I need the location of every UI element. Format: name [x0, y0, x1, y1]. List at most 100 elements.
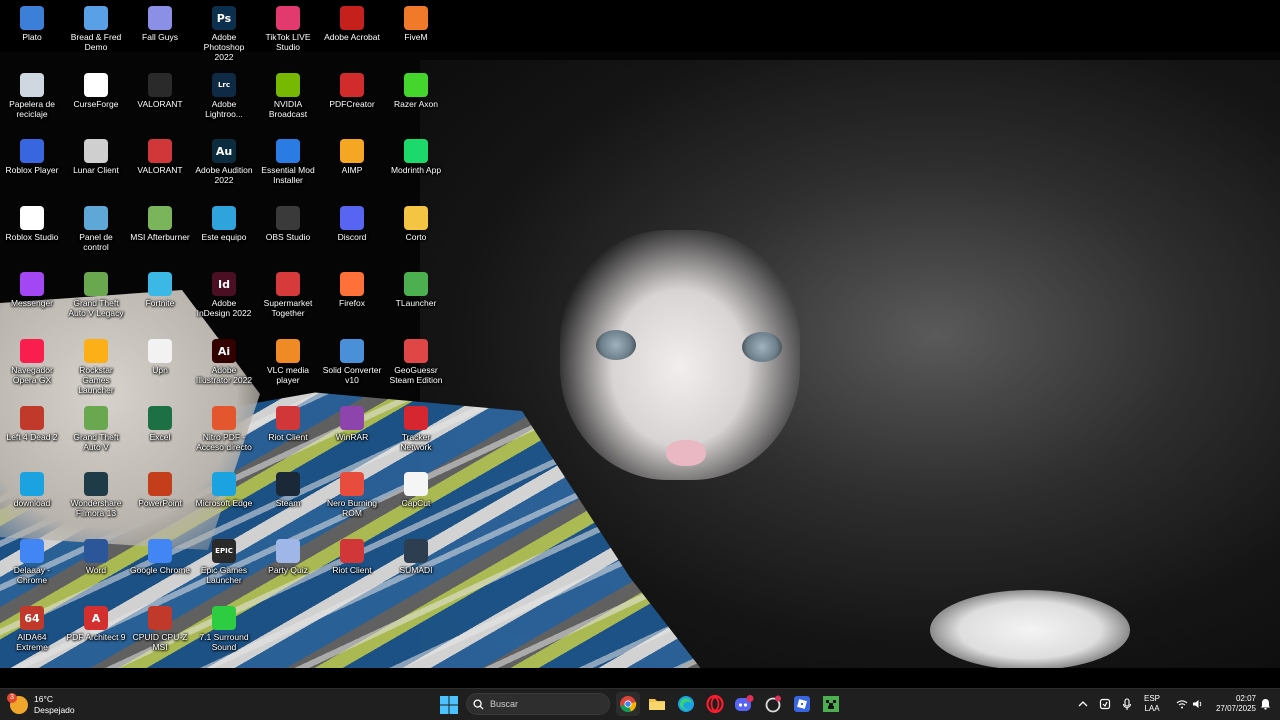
- desktop-icon-label: Roblox Studio: [5, 232, 59, 242]
- tray-clock[interactable]: 02:07 27/07/2025: [1206, 694, 1256, 714]
- desktop-icon[interactable]: PDFCreator: [320, 67, 384, 109]
- desktop-icon[interactable]: Wondershare Filmora 13: [64, 466, 128, 518]
- desktop-icon[interactable]: Ai Adobe Illustrator 2022: [192, 333, 256, 385]
- taskbar-discord-button[interactable]: [732, 692, 756, 716]
- desktop-icon[interactable]: Excel: [128, 400, 192, 442]
- desktop-icon[interactable]: Firefox: [320, 266, 384, 308]
- desktop-icon[interactable]: CurseForge: [64, 67, 128, 109]
- tray-sync-button[interactable]: [1096, 692, 1114, 716]
- tray-microphone-button[interactable]: [1118, 692, 1136, 716]
- desktop-icon[interactable]: Grand Theft Auto V: [64, 400, 128, 452]
- desktop-icon[interactable]: Fortnite: [128, 266, 192, 308]
- weather-temperature: 16°C: [34, 694, 53, 704]
- taskbar-app-button[interactable]: [761, 692, 785, 716]
- taskbar-opera-button[interactable]: [703, 692, 727, 716]
- tray-language-indicator[interactable]: ESP LAA: [1138, 694, 1166, 714]
- desktop-icon[interactable]: Supermarket Together: [256, 266, 320, 318]
- desktop-icon[interactable]: Messenger: [0, 266, 64, 308]
- desktop-icon[interactable]: Word: [64, 533, 128, 575]
- notifications-button[interactable]: [1256, 692, 1274, 716]
- desktop-icon[interactable]: Fall Guys: [128, 0, 192, 42]
- desktop-icon[interactable]: Left 4 Dead 2: [0, 400, 64, 442]
- desktop-icon[interactable]: Bread & Fred Demo: [64, 0, 128, 52]
- desktop-icon[interactable]: TLauncher: [384, 266, 448, 308]
- desktop-icon[interactable]: TikTok LIVE Studio: [256, 0, 320, 52]
- desktop-icon[interactable]: Rockstar Games Launcher: [64, 333, 128, 395]
- desktop-icon[interactable]: Panel de control: [64, 200, 128, 252]
- desktop-icon[interactable]: NVIDIA Broadcast: [256, 67, 320, 119]
- desktop-icon[interactable]: AIMP: [320, 133, 384, 175]
- desktop-icon[interactable]: Nitro PDF - Acceso directo: [192, 400, 256, 452]
- taskbar-file-explorer-button[interactable]: [645, 692, 669, 716]
- clock-date: 27/07/2025: [1215, 704, 1256, 713]
- desktop-icon[interactable]: SUMADI: [384, 533, 448, 575]
- capcut-icon: [404, 472, 428, 496]
- taskbar-roblox-button[interactable]: [790, 692, 814, 716]
- desktop-icon[interactable]: Roblox Player: [0, 133, 64, 175]
- desktop-icon-label: Delaaay - Chrome: [13, 565, 51, 585]
- desktop-icon[interactable]: Riot Client: [320, 533, 384, 575]
- desktop-icon[interactable]: Discord: [320, 200, 384, 242]
- desktop-icon[interactable]: EPIC Epic Games Launcher: [192, 533, 256, 585]
- desktop-icon[interactable]: Party Quiz: [256, 533, 320, 575]
- desktop-icon[interactable]: FiveM: [384, 0, 448, 42]
- desktop-icon[interactable]: GeoGuessr Steam Edition: [384, 333, 448, 385]
- desktop-icon[interactable]: Lrc Adobe Lightroo...: [192, 67, 256, 119]
- desktop-icon[interactable]: VLC media player: [256, 333, 320, 385]
- desktop-icon[interactable]: download: [0, 466, 64, 508]
- desktop-icon[interactable]: Essential Mod Installer: [256, 133, 320, 185]
- firefox-icon: [340, 272, 364, 296]
- desktop-icon-label: Adobe Audition 2022: [195, 165, 253, 185]
- desktop-icon[interactable]: Au Adobe Audition 2022: [192, 133, 256, 185]
- start-button[interactable]: [440, 696, 458, 719]
- desktop-icon[interactable]: Este equipo: [192, 200, 256, 242]
- desktop-icon[interactable]: Steam: [256, 466, 320, 508]
- essential-icon: [276, 139, 300, 163]
- fivem-icon: [404, 6, 428, 30]
- desktop-icon[interactable]: Ps Adobe Photoshop 2022: [192, 0, 256, 62]
- desktop-icon[interactable]: Solid Converter v10: [320, 333, 384, 385]
- desktop-icon[interactable]: CapCut: [384, 466, 448, 508]
- desktop-icon[interactable]: Id Adobe InDesign 2022: [192, 266, 256, 318]
- desktop-icon-label: MSI Afterburner: [130, 232, 190, 242]
- desktop-icon[interactable]: VALORANT: [128, 67, 192, 109]
- desktop-icon[interactable]: Papelera de reciclaje: [0, 67, 64, 119]
- desktop-icon[interactable]: Riot Client: [256, 400, 320, 442]
- desktop-icon[interactable]: VALORANT: [128, 133, 192, 175]
- desktop-icon[interactable]: Adobe Acrobat: [320, 0, 384, 42]
- taskbar-minecraft-button[interactable]: [819, 692, 843, 716]
- chrome-icon: [620, 696, 637, 713]
- desktop-icon[interactable]: Navegador Opera GX: [0, 333, 64, 385]
- desktop-icon[interactable]: Lunar Client: [64, 133, 128, 175]
- desktop-icon[interactable]: Grand Theft Auto V Legacy: [64, 266, 128, 318]
- desktop-icon[interactable]: Delaaay - Chrome: [0, 533, 64, 585]
- desktop-icon[interactable]: OBS Studio: [256, 200, 320, 242]
- taskbar-search-box[interactable]: Buscar: [466, 693, 610, 715]
- desktop-icon[interactable]: Roblox Studio: [0, 200, 64, 242]
- weather-widget[interactable]: 3 16°C Despejado: [7, 693, 75, 717]
- roblox-icon: [794, 696, 810, 712]
- desktop-icon[interactable]: Google Chrome: [128, 533, 192, 575]
- desktop-icon[interactable]: CPUID CPU-Z MSI: [128, 600, 192, 652]
- taskbar-edge-button[interactable]: [674, 692, 698, 716]
- taskbar-chrome-button[interactable]: [616, 692, 640, 716]
- desktop-icon[interactable]: MSI Afterburner: [128, 200, 192, 242]
- desktop-icon[interactable]: 7.1 Surround Sound: [192, 600, 256, 652]
- desktop-icon[interactable]: 64 AIDA64 Extreme: [0, 600, 64, 652]
- desktop-icon[interactable]: Modrinth App: [384, 133, 448, 175]
- desktop-icon[interactable]: Razer Axon: [384, 67, 448, 109]
- desktop-icon[interactable]: A PDF Architect 9: [64, 600, 128, 642]
- desktop-icon[interactable]: Nero Burning ROM: [320, 466, 384, 518]
- desktop-icon[interactable]: Plato: [0, 0, 64, 42]
- tray-network-volume-button[interactable]: [1170, 692, 1210, 716]
- curseforge-icon: [84, 73, 108, 97]
- desktop-icon[interactable]: Upn: [128, 333, 192, 375]
- desktop-icon[interactable]: PowerPoint: [128, 466, 192, 508]
- desktop-icon[interactable]: Tracker Network: [384, 400, 448, 452]
- show-hidden-icons-button[interactable]: [1074, 692, 1092, 716]
- desktop-icon[interactable]: Corto: [384, 200, 448, 242]
- desktop-icon[interactable]: Microsoft Edge: [192, 466, 256, 508]
- desktop-icon[interactable]: WinRAR: [320, 400, 384, 442]
- desktop-icon-label: Grand Theft Auto V Legacy: [68, 298, 124, 318]
- acrobat-icon: [340, 6, 364, 30]
